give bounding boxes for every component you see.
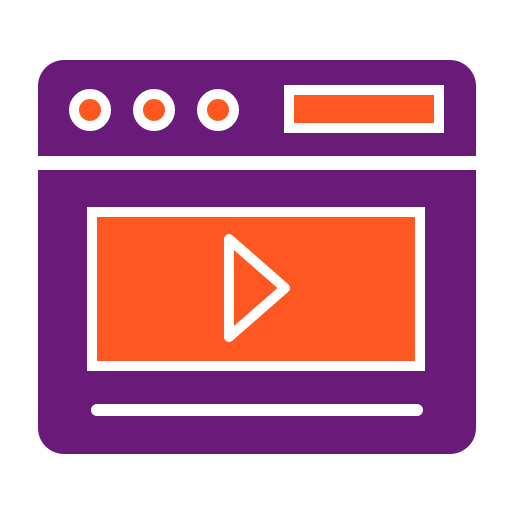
window-dot-2-icon: [133, 89, 175, 131]
icon-canvas: [0, 0, 512, 512]
title-bar-divider: [38, 156, 476, 170]
address-bar: [284, 85, 444, 133]
window-controls: [69, 89, 239, 131]
window-dot-1-icon: [69, 89, 111, 131]
video-player-webpage-icon: [38, 60, 476, 454]
window-dot-3-icon: [197, 89, 239, 131]
